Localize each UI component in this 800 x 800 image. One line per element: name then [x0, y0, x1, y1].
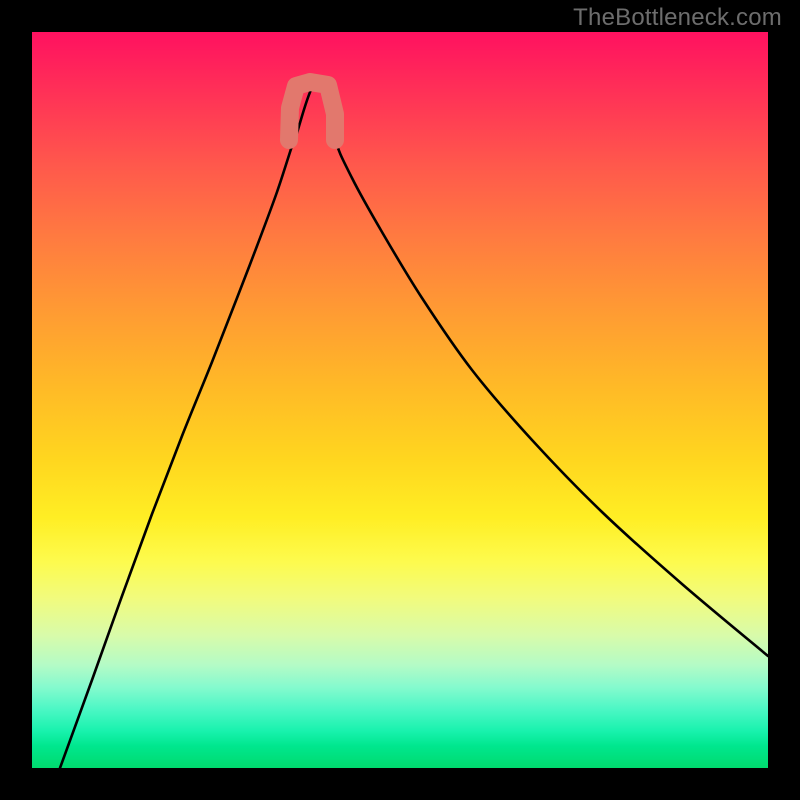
chart-frame	[32, 32, 768, 768]
watermark-source: TheBottleneck.com	[573, 4, 782, 32]
chart-background-gradient	[32, 32, 768, 768]
